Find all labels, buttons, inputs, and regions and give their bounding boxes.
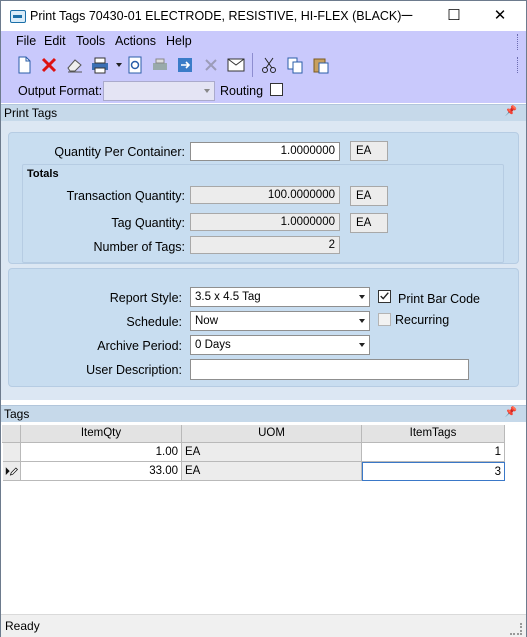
cell-itemtags[interactable]: 3 (362, 462, 505, 481)
tags-grid: ItemQty UOM ItemTags 1.00 EA 1 33.00 EA … (1, 423, 526, 613)
toolbar-grip (517, 57, 520, 73)
title-bar[interactable]: Print Tags 70430-01 ELECTRODE, RESISTIVE… (1, 1, 526, 31)
copy-icon[interactable] (285, 55, 305, 75)
user-description-label: User Description: (86, 363, 182, 377)
column-header-uom[interactable]: UOM (182, 425, 362, 443)
menu-actions[interactable]: Actions (115, 34, 156, 48)
transaction-qty-uom: EA (350, 186, 388, 206)
print-bar-code-label: Print Bar Code (398, 292, 480, 306)
report-style-select[interactable]: 3.5 x 4.5 Tag (190, 287, 370, 307)
menu-file[interactable]: File (16, 34, 36, 48)
app-icon (10, 10, 26, 23)
cell-uom: EA (182, 443, 362, 462)
print-icon[interactable] (90, 55, 110, 75)
num-tags-field: 2 (190, 236, 340, 254)
paste-icon[interactable] (311, 55, 331, 75)
qty-per-container-field[interactable]: 1.0000000 (190, 142, 340, 161)
totals-label: Totals (27, 168, 59, 180)
status-text: Ready (5, 619, 40, 633)
print-tags-title: Print Tags (4, 106, 58, 120)
qty-per-container-uom: EA (350, 141, 388, 161)
chevron-down-icon (359, 295, 365, 299)
maximize-button[interactable]: ☐ (431, 1, 477, 31)
num-tags-label: Number of Tags: (93, 240, 185, 254)
cell-uom: EA (182, 462, 362, 481)
tag-qty-uom: EA (350, 213, 388, 233)
tag-qty-label: Tag Quantity: (111, 216, 185, 230)
cell-itemqty[interactable]: 33.00 (21, 462, 182, 481)
archive-period-select[interactable]: 0 Days (190, 335, 370, 355)
print-dropdown-icon[interactable] (109, 55, 122, 75)
routing-checkbox[interactable] (270, 83, 283, 96)
schedule-label: Schedule: (126, 315, 182, 329)
routing-label: Routing (220, 84, 264, 98)
eraser-icon[interactable] (65, 55, 85, 75)
output-format-select[interactable] (103, 81, 215, 101)
menu-toolbar-area: File Edit Tools Actions Help Output Form… (1, 31, 526, 103)
cell-itemtags[interactable]: 1 (362, 443, 505, 462)
new-icon[interactable] (14, 55, 34, 75)
edit-row-icon (5, 467, 18, 476)
chevron-down-icon (204, 89, 210, 93)
print-setup-icon[interactable] (150, 55, 170, 75)
recurring-checkbox[interactable] (378, 313, 391, 326)
close-button[interactable]: ✕ (477, 1, 523, 31)
pin-icon[interactable]: 📌 (505, 106, 517, 117)
archive-period-label: Archive Period: (97, 339, 182, 353)
grid-corner (2, 425, 21, 443)
tags-header: Tags 📌 (1, 405, 526, 422)
toolbar-separator (252, 53, 253, 77)
delete-icon[interactable] (39, 55, 59, 75)
column-header-itemqty[interactable]: ItemQty (21, 425, 182, 443)
status-bar: Ready (1, 614, 526, 637)
tags-title: Tags (4, 407, 30, 421)
transaction-qty-label: Transaction Quantity: (66, 189, 185, 203)
email-icon[interactable] (226, 55, 246, 75)
schedule-select[interactable]: Now (190, 311, 370, 331)
chevron-down-icon (359, 343, 365, 347)
tag-qty-field: 1.0000000 (190, 213, 340, 231)
cut-icon[interactable] (259, 55, 279, 75)
user-description-field[interactable] (190, 359, 469, 380)
chevron-down-icon (359, 319, 365, 323)
menu-edit[interactable]: Edit (44, 34, 66, 48)
qty-per-container-label: Quantity Per Container: (54, 145, 185, 159)
print-tags-header: Print Tags 📌 (1, 104, 526, 121)
window-title: Print Tags 70430-01 ELECTRODE, RESISTIVE… (30, 9, 402, 23)
recurring-label: Recurring (395, 313, 450, 327)
transaction-qty-field: 100.0000000 (190, 186, 340, 204)
menu-tools[interactable]: Tools (76, 34, 105, 48)
row-selector[interactable] (3, 462, 21, 481)
cell-itemqty[interactable]: 1.00 (21, 443, 182, 462)
print-preview-icon[interactable] (125, 55, 145, 75)
menu-help[interactable]: Help (166, 34, 192, 48)
resize-grip-icon[interactable] (510, 623, 522, 635)
pin-icon[interactable]: 📌 (505, 407, 517, 418)
output-format-label: Output Format: (18, 84, 103, 98)
column-header-itemtags[interactable]: ItemTags (362, 425, 505, 443)
refresh-icon[interactable] (175, 55, 195, 75)
cancel-icon[interactable] (201, 55, 221, 75)
menu-grip (517, 34, 520, 50)
print-bar-code-checkbox[interactable] (378, 290, 391, 303)
report-style-label: Report Style: (109, 291, 182, 305)
row-selector[interactable] (3, 443, 21, 462)
minimize-button[interactable]: ─ (384, 1, 430, 31)
